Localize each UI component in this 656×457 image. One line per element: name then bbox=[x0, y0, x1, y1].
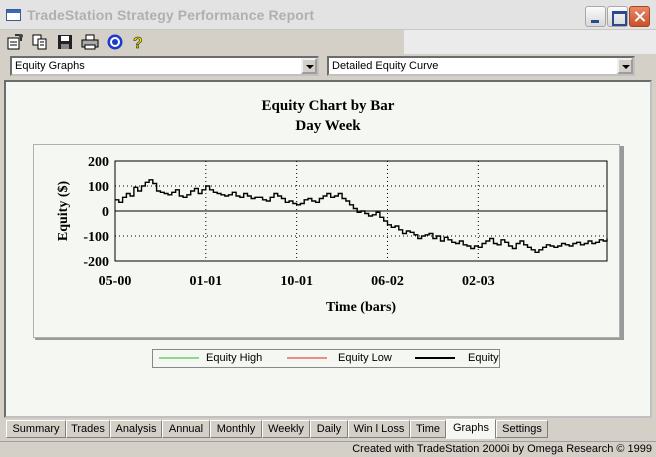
tab-win-loss[interactable]: Win l Loss bbox=[348, 420, 410, 438]
title-bar: TradeStation Strategy Performance Report bbox=[0, 0, 656, 30]
curve-type-select[interactable]: Detailed Equity Curve bbox=[327, 56, 635, 76]
status-bar: Created with TradeStation 2000i by Omega… bbox=[0, 441, 656, 457]
chart-title: Equity Chart by Bar bbox=[261, 98, 395, 114]
tab-monthly[interactable]: Monthly bbox=[210, 420, 262, 438]
chevron-down-icon[interactable] bbox=[301, 58, 317, 74]
help-icon[interactable]: ? bbox=[129, 33, 147, 53]
print-icon[interactable] bbox=[81, 33, 99, 51]
tab-settings[interactable]: Settings bbox=[496, 420, 548, 438]
chart-subtitle: Day Week bbox=[295, 118, 361, 134]
chart-legend: Equity High Equity Low Equity bbox=[152, 349, 500, 368]
report-type-value: Equity Graphs bbox=[15, 60, 85, 72]
curve-type-value: Detailed Equity Curve bbox=[332, 60, 439, 72]
legend-label-equity-low: Equity Low bbox=[338, 352, 392, 364]
tab-analysis[interactable]: Analysis bbox=[110, 420, 162, 438]
tab-summary[interactable]: Summary bbox=[6, 420, 66, 438]
toolbar: ? bbox=[0, 30, 404, 54]
tab-time[interactable]: Time bbox=[410, 420, 446, 438]
target-icon[interactable] bbox=[106, 33, 124, 51]
tab-weekly[interactable]: Weekly bbox=[262, 420, 310, 438]
legend-label-equity-high: Equity High bbox=[206, 352, 263, 364]
save-icon[interactable] bbox=[56, 33, 74, 51]
maximize-button[interactable] bbox=[607, 6, 628, 27]
minimize-button[interactable] bbox=[585, 6, 606, 27]
tab-graphs[interactable]: Graphs bbox=[446, 419, 496, 439]
toolbar-filler bbox=[404, 30, 656, 54]
window-title: TradeStation Strategy Performance Report bbox=[27, 7, 315, 23]
report-type-select[interactable]: Equity Graphs bbox=[10, 56, 319, 76]
properties-icon[interactable] bbox=[6, 33, 24, 51]
close-button[interactable] bbox=[629, 6, 650, 27]
tab-trades[interactable]: Trades bbox=[66, 420, 110, 438]
tab-annual[interactable]: Annual bbox=[162, 420, 210, 438]
tab-daily[interactable]: Daily bbox=[310, 420, 348, 438]
svg-text:?: ? bbox=[133, 35, 143, 51]
status-text: Created with TradeStation 2000i by Omega… bbox=[352, 443, 652, 455]
chevron-down-icon[interactable] bbox=[617, 58, 633, 74]
legend-label-equity: Equity bbox=[468, 352, 499, 364]
app-window-icon bbox=[6, 9, 21, 21]
copy-icon[interactable] bbox=[31, 33, 49, 51]
report-tabs: Summary Trades Analysis Annual Monthly W… bbox=[4, 419, 652, 439]
chart-frame bbox=[33, 144, 620, 338]
